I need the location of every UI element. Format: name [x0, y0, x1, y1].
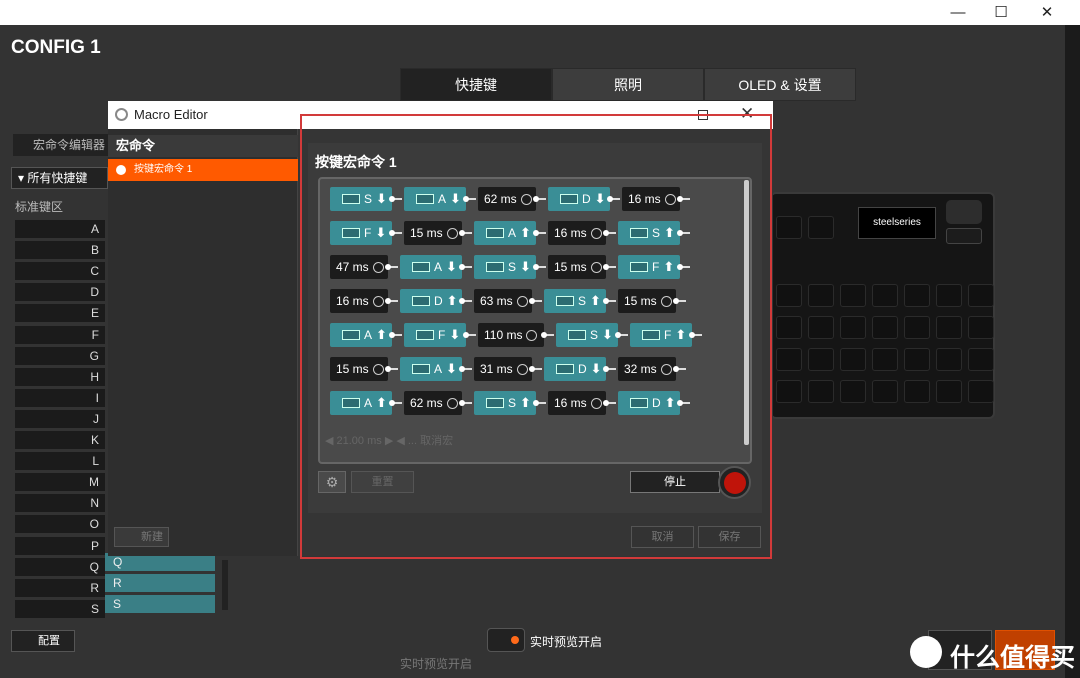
- key-row[interactable]: Q: [15, 557, 105, 576]
- keyboard-key: [808, 284, 834, 307]
- all-shortcuts-label: 所有快捷键: [27, 171, 88, 185]
- key-row[interactable]: M: [15, 473, 105, 492]
- watermark-logo-icon: [910, 636, 942, 668]
- right-edge-strip: [1065, 25, 1080, 678]
- keyboard-key: [904, 284, 930, 307]
- keyboard-key: [872, 380, 898, 403]
- bound-key-row[interactable]: R: [105, 574, 215, 593]
- key-row[interactable]: N: [15, 494, 105, 513]
- keyboard-key: [776, 316, 802, 339]
- close-button[interactable]: ✕: [1024, 0, 1070, 25]
- all-shortcuts-dropdown[interactable]: ▾ 所有快捷键: [11, 167, 108, 189]
- keyboard-key: [808, 316, 834, 339]
- keyboard-key: [840, 380, 866, 403]
- highlight-frame: [300, 114, 772, 559]
- minimize-button[interactable]: —: [935, 0, 981, 25]
- steelseries-oled-logo: steelseries: [858, 207, 936, 239]
- standard-key-area-label: 标准键区: [15, 200, 64, 214]
- tab-lighting[interactable]: 照明: [552, 68, 704, 101]
- keyboard-key: [872, 348, 898, 371]
- key-row[interactable]: G: [15, 346, 105, 365]
- maximize-button[interactable]: ☐: [978, 0, 1024, 25]
- macro-list-header: 宏命令: [108, 135, 298, 157]
- key-row[interactable]: R: [15, 578, 105, 597]
- keyboard-key: [776, 348, 802, 371]
- keyboard-key: [936, 380, 962, 403]
- record-dot-icon: [116, 165, 126, 175]
- keyboard-key: [872, 316, 898, 339]
- key-row[interactable]: F: [15, 325, 105, 344]
- keyboard-key: [904, 380, 930, 403]
- macro-list-panel: [108, 129, 298, 556]
- key-row[interactable]: S: [15, 599, 105, 618]
- keyboard-key: [968, 348, 994, 371]
- keyboard-key: [840, 316, 866, 339]
- tab-shortcuts[interactable]: 快捷键: [400, 68, 552, 101]
- key-row[interactable]: L: [15, 452, 105, 471]
- key-row[interactable]: A: [15, 220, 105, 238]
- live-preview-ghost: 实时预览开启: [400, 657, 473, 671]
- config-button-label: 配置: [38, 635, 60, 647]
- keyboard-key: [904, 348, 930, 371]
- keyboard-key: [968, 380, 994, 403]
- keyboard-key: [904, 316, 930, 339]
- key-row[interactable]: E: [15, 304, 105, 323]
- key-row[interactable]: B: [15, 241, 105, 260]
- keyboard-key: [808, 216, 834, 239]
- keyboard-key: [968, 316, 994, 339]
- key-row[interactable]: P: [15, 536, 105, 555]
- app-gear-icon: [115, 108, 128, 121]
- keyboard-key: [840, 284, 866, 307]
- keyboard-key: [776, 284, 802, 307]
- volume-wheel: [946, 200, 982, 224]
- key-row[interactable]: C: [15, 262, 105, 281]
- window-titlebar: [0, 0, 1080, 25]
- keyboard-key: [968, 284, 994, 307]
- macro-editor-label[interactable]: 宏命令编辑器: [13, 134, 108, 156]
- key-row[interactable]: J: [15, 409, 105, 428]
- live-preview-label: 实时预览开启: [530, 635, 603, 649]
- keyboard-key: [936, 348, 962, 371]
- toggle-indicator-icon: [511, 636, 519, 644]
- key-row[interactable]: H: [15, 367, 105, 386]
- watermark-text: 什么值得买: [950, 644, 1076, 672]
- keyboard-key: [776, 380, 802, 403]
- key-row[interactable]: K: [15, 431, 105, 449]
- key-row[interactable]: D: [15, 283, 105, 302]
- keyboard-key: [776, 216, 802, 239]
- macro-list-item[interactable]: 按键宏命令 1: [108, 159, 298, 181]
- keyboard-key: [808, 348, 834, 371]
- keyboard-key: [808, 380, 834, 403]
- config-button[interactable]: 配置: [11, 630, 75, 652]
- keyboard-key: [936, 284, 962, 307]
- keyboard-key: [936, 316, 962, 339]
- live-preview-toggle[interactable]: [487, 628, 525, 652]
- bound-key-row[interactable]: S: [105, 595, 215, 614]
- keyboard-key: [872, 284, 898, 307]
- key-row[interactable]: I: [15, 388, 105, 407]
- media-button: [946, 228, 982, 244]
- tab-oled-settings[interactable]: OLED & 设置: [704, 68, 856, 101]
- new-macro-button[interactable]: 新建: [114, 527, 169, 547]
- keyboard-key: [840, 348, 866, 371]
- page-title: CONFIG 1: [11, 37, 101, 58]
- key-row[interactable]: O: [15, 515, 105, 534]
- key-list-scrollbar[interactable]: [222, 560, 228, 610]
